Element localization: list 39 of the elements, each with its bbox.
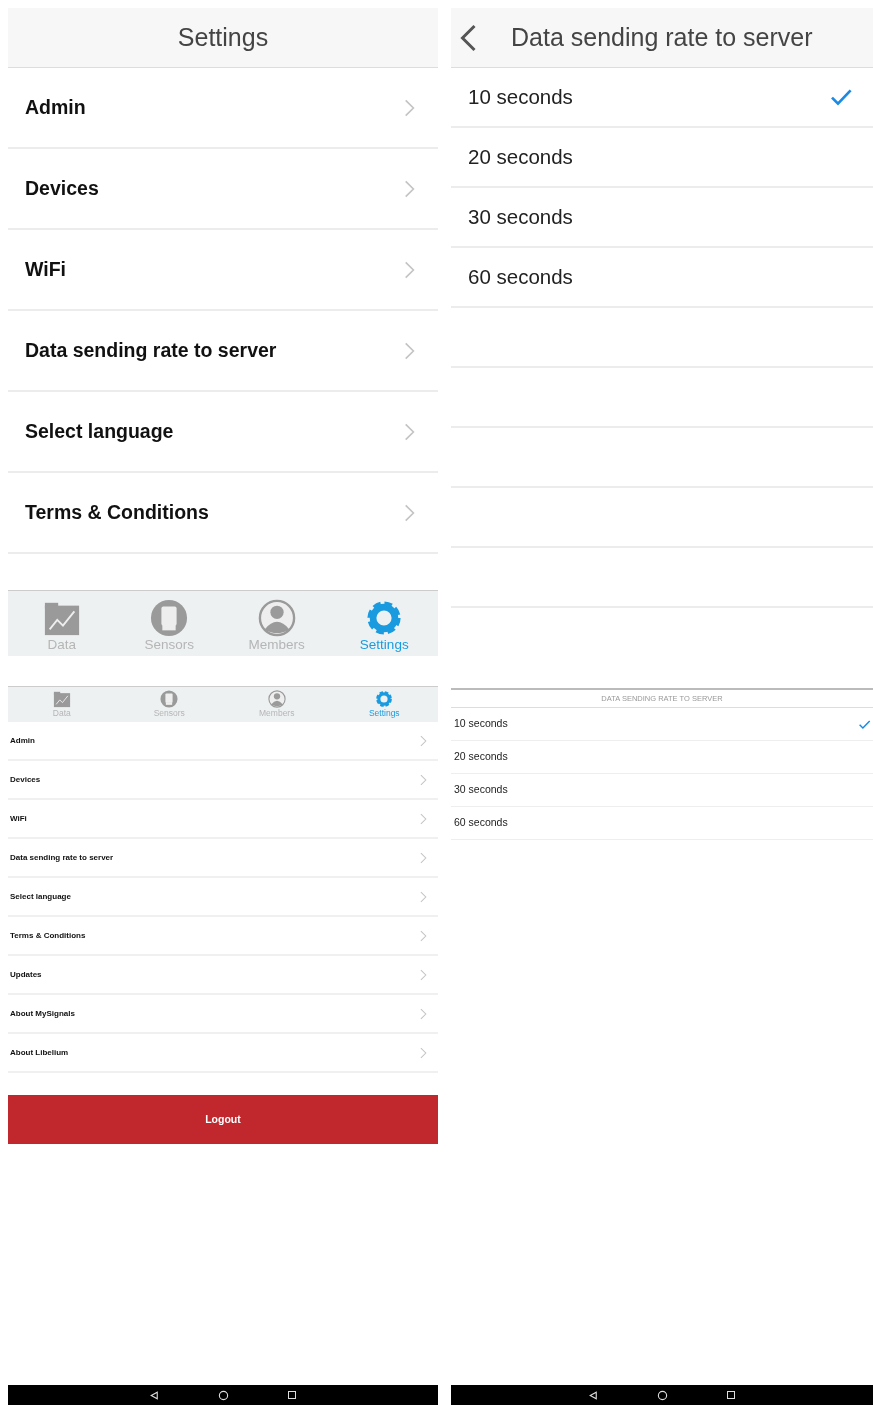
settings-item[interactable]: Terms & Conditions	[8, 473, 438, 554]
folder-chart-icon	[52, 690, 71, 708]
home-icon[interactable]	[218, 1389, 229, 1401]
settings-item[interactable]: Terms & Conditions	[8, 917, 438, 956]
settings-item[interactable]: Admin	[8, 68, 438, 149]
recents-icon[interactable]	[726, 1390, 736, 1400]
back-icon[interactable]	[149, 1389, 160, 1401]
chip-icon	[150, 599, 189, 637]
user-icon	[257, 599, 296, 637]
logout-button[interactable]: Logout	[8, 1095, 438, 1144]
rate-option[interactable]: 60 seconds	[451, 248, 873, 308]
settings-item[interactable]: WiFi	[8, 230, 438, 311]
settings-icon	[365, 599, 404, 637]
screen-title: Data sending rate to server	[511, 21, 813, 53]
settings-item[interactable]: About Libelium	[8, 1034, 438, 1073]
back-icon[interactable]	[588, 1389, 599, 1401]
rate-option[interactable]: 30 seconds	[451, 188, 873, 248]
rate-option[interactable]: 60 seconds	[451, 807, 873, 840]
settings-item[interactable]: Admin	[8, 722, 438, 761]
settings-item[interactable]: Select language	[8, 878, 438, 917]
settings-item[interactable]: Select language	[8, 392, 438, 473]
settings-item[interactable]: About MySignals	[8, 995, 438, 1034]
home-icon[interactable]	[657, 1389, 668, 1401]
settings-icon	[375, 690, 394, 708]
settings-item[interactable]: Devices	[8, 761, 438, 800]
settings-item[interactable]: WiFi	[8, 800, 438, 839]
settings-item[interactable]: Data sending rate to server	[8, 311, 438, 392]
settings-item[interactable]: Updates	[8, 956, 438, 995]
recents-icon[interactable]	[287, 1390, 297, 1400]
rate-option[interactable]: 10 seconds	[451, 68, 873, 128]
settings-item[interactable]: Devices	[8, 149, 438, 230]
rate-option[interactable]: 20 seconds	[451, 128, 873, 188]
rate-option[interactable]: 30 seconds	[451, 774, 873, 807]
user-icon	[267, 690, 286, 708]
chip-icon	[160, 690, 179, 708]
screen-title: Settings	[177, 21, 269, 53]
settings-item[interactable]: Data sending rate to server	[8, 839, 438, 878]
rate-option[interactable]: 10 seconds	[451, 708, 873, 741]
rate-option[interactable]: 20 seconds	[451, 741, 873, 774]
